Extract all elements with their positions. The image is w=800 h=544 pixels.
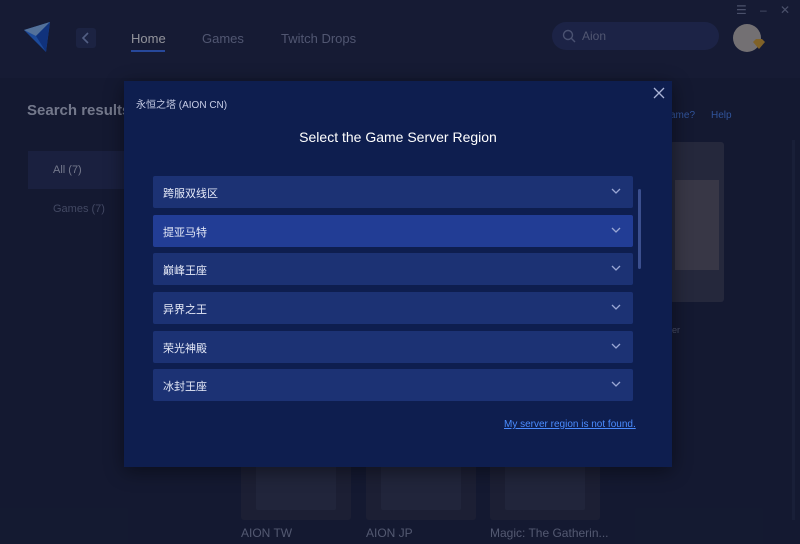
chevron-down-icon bbox=[611, 227, 621, 233]
chevron-down-icon bbox=[611, 381, 621, 388]
region-row[interactable]: 异界之王 bbox=[153, 292, 633, 325]
region-label: 荣光神殿 bbox=[163, 342, 207, 355]
chevron-down-icon bbox=[611, 304, 621, 310]
region-row[interactable]: 荣光神殿 bbox=[153, 330, 633, 363]
dialog-title: Select the Game Server Region bbox=[299, 129, 497, 145]
close-icon[interactable] bbox=[652, 86, 666, 100]
region-label: 巅峰王座 bbox=[163, 265, 207, 278]
region-row[interactable]: 冰封王座 bbox=[153, 369, 633, 402]
chevron-down-icon bbox=[611, 343, 621, 349]
region-row[interactable]: 巅峰王座 bbox=[153, 253, 633, 286]
region-row[interactable]: 提亚马特 bbox=[153, 214, 633, 247]
region-label: 异界之王 bbox=[163, 304, 207, 317]
app-window: Home Games Twitch Drops ☰ – ✕ Search res… bbox=[0, 0, 800, 544]
region-label: 冰封王座 bbox=[163, 381, 207, 394]
region-list-scrollbar[interactable] bbox=[638, 189, 641, 269]
dialog-game-name: 永恒之塔 (AION CN) bbox=[136, 100, 228, 111]
server-not-found-link[interactable]: My server region is not found. bbox=[504, 419, 636, 430]
region-row[interactable]: 跨服双线区 bbox=[153, 176, 633, 208]
chevron-down-icon bbox=[611, 188, 621, 194]
region-list: 跨服双线区 提亚马特 巅峰王座 异界之王 荣光神殿 冰封王座 bbox=[153, 176, 633, 403]
region-label: 跨服双线区 bbox=[163, 188, 218, 200]
server-region-dialog: 永恒之塔 (AION CN) Select the Game Server Re… bbox=[124, 81, 672, 467]
region-label: 提亚马特 bbox=[163, 226, 207, 239]
chevron-down-icon bbox=[611, 265, 621, 272]
